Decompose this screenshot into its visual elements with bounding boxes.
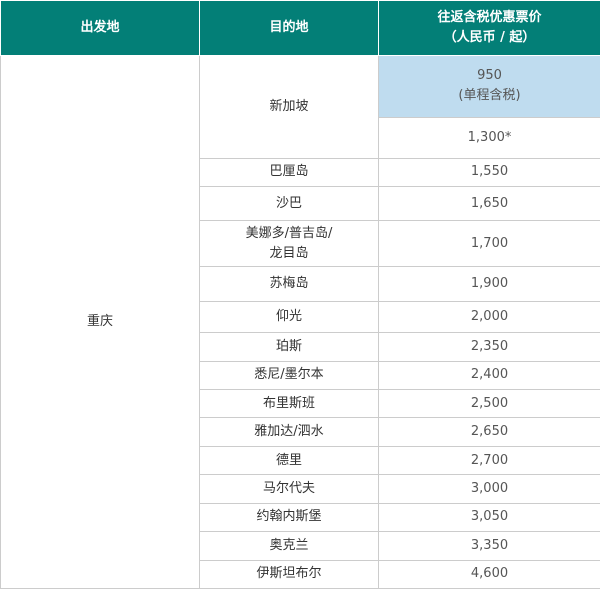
price-oneway-note: (单程含税) (458, 88, 521, 104)
destination-cell: 悉尼/墨尔本 (199, 360, 379, 390)
destination-cell: 巴厘岛 (199, 157, 379, 187)
destination-cell: 苏梅岛 (199, 266, 379, 302)
destination-cell: 奥克兰 (199, 531, 379, 561)
header-origin: 出发地 (0, 0, 200, 56)
price-cell: 4,600 (378, 559, 600, 589)
price-cell: 2,500 (378, 388, 600, 419)
header-destination: 目的地 (199, 0, 379, 56)
price-singapore-oneway: 950 (单程含税) (378, 55, 600, 118)
header-price: 往返含税优惠票价 （人民币 / 起） (378, 0, 600, 56)
price-cell: 1,650 (378, 185, 600, 222)
destination-cell: 雅加达/泗水 (199, 417, 379, 447)
header-row: 出发地 目的地 往返含税优惠票价 （人民币 / 起） (0, 0, 600, 56)
destination-cell: 布里斯班 (199, 388, 379, 419)
destination-singapore: 新加坡 (199, 55, 379, 159)
price-cell: 2,000 (378, 300, 600, 334)
price-cell: 3,350 (378, 531, 600, 561)
price-cell: 3,000 (378, 474, 600, 504)
destination-cell: 约翰内斯堡 (199, 502, 379, 533)
destination-cell: 马尔代夫 (199, 474, 379, 504)
price-cell: 2,400 (378, 360, 600, 390)
fare-table-grid: 出发地 目的地 往返含税优惠票价 （人民币 / 起） 重庆 新加坡 950 (单… (0, 0, 600, 589)
header-price-line1: 往返含税优惠票价 (437, 10, 542, 25)
table-row: 重庆 新加坡 950 (单程含税) (0, 55, 600, 589)
origin-city: 重庆 (0, 55, 200, 589)
fare-table: 出发地 目的地 往返含税优惠票价 （人民币 / 起） 重庆 新加坡 950 (单… (0, 0, 600, 589)
destination-cell: 沙巴 (199, 185, 379, 222)
destination-cell: 珀斯 (199, 332, 379, 362)
price-cell: 2,650 (378, 417, 600, 447)
price-singapore-return: 1,300* (378, 116, 600, 159)
destination-cell: 伊斯坦布尔 (199, 559, 379, 589)
price-cell: 2,700 (378, 445, 600, 476)
price-cell: 3,050 (378, 502, 600, 533)
price-oneway-value: 950 (477, 68, 502, 84)
price-cell: 2,350 (378, 332, 600, 362)
destination-cell: 德里 (199, 445, 379, 476)
price-cell: 1,550 (378, 157, 600, 187)
header-price-line2: （人民币 / 起） (443, 30, 536, 45)
destination-cell: 仰光 (199, 300, 379, 334)
price-cell: 1,700 (378, 220, 600, 268)
destination-cell: 美娜多/普吉岛/ 龙目岛 (199, 220, 379, 268)
price-cell: 1,900 (378, 266, 600, 302)
